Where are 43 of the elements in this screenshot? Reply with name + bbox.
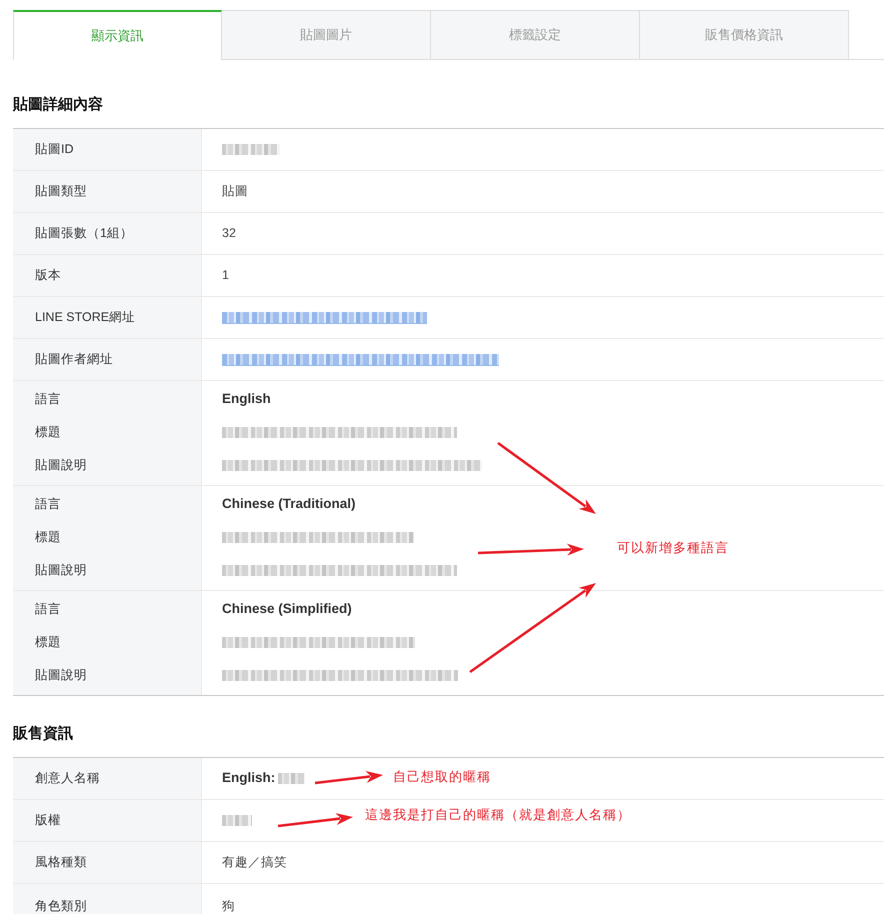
field-value: 1 — [222, 267, 229, 284]
field-label: 語言 — [35, 391, 61, 408]
field-label: 版本 — [35, 267, 61, 284]
field-label: 角色類別 — [35, 898, 87, 914]
field-label: 貼圖類型 — [35, 183, 87, 200]
blurred-text-placeholder — [278, 773, 306, 784]
field-label: 貼圖ID — [35, 141, 74, 158]
tab[interactable]: 標籤設定 — [431, 10, 640, 60]
field-value: 有趣／搞笑 — [222, 854, 287, 872]
field-label: 語言 — [35, 496, 61, 514]
field-label: 風格種類 — [35, 854, 87, 872]
field-label: 標題 — [35, 424, 61, 442]
field-value: Chinese (Traditional) — [222, 495, 356, 514]
field-value: 32 — [222, 225, 236, 242]
field-value: English: — [222, 769, 276, 788]
field-value: 貼圖 — [222, 183, 248, 200]
annotation-arrow — [314, 771, 383, 784]
blurred-link-placeholder[interactable] — [222, 312, 427, 324]
field-value: Chinese (Simplified) — [222, 600, 352, 618]
tab[interactable]: 顯示資訊 — [13, 10, 222, 60]
tab[interactable]: 販售價格資訊 — [640, 10, 849, 60]
field-label: 貼圖作者網址 — [35, 351, 113, 368]
field-label: 貼圖說明 — [35, 457, 87, 474]
blurred-link-placeholder[interactable] — [222, 354, 499, 366]
field-label: 標題 — [35, 529, 61, 546]
field-label: 標題 — [35, 634, 61, 652]
blurred-text-placeholder — [222, 144, 280, 155]
annotation-text: 這邊我是打自己的暱稱（就是創意人名稱） — [365, 807, 631, 823]
field-label: 語言 — [35, 601, 61, 618]
field-value: English — [222, 390, 271, 408]
field-label: 版權 — [35, 812, 61, 830]
blurred-text-placeholder — [222, 815, 252, 826]
section-heading: 貼圖詳細內容 — [13, 95, 104, 115]
section-heading: 販售資訊 — [13, 724, 74, 744]
field-label: 創意人名稱 — [35, 770, 100, 788]
field-value: 狗 — [222, 898, 235, 914]
annotation-text: 可以新增多種語言 — [617, 540, 729, 556]
field-label: LINE STORE網址 — [35, 309, 136, 326]
annotation-text: 自己想取的暱稱 — [393, 769, 491, 785]
field-label: 貼圖說明 — [35, 562, 87, 580]
field-label: 貼圖張數（1組） — [35, 225, 133, 242]
field-label: 貼圖說明 — [35, 667, 87, 684]
tab[interactable]: 貼圖圖片 — [222, 10, 431, 60]
